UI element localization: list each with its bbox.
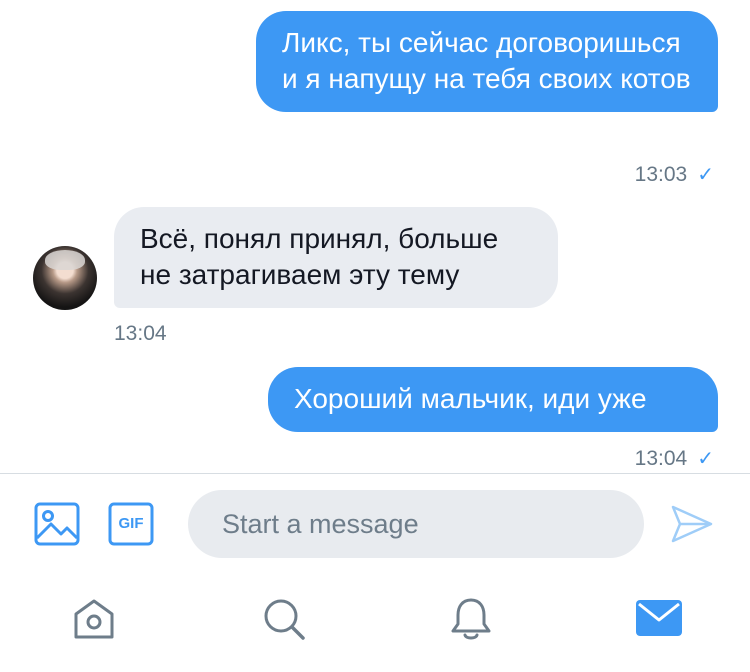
message-bubble-received[interactable]: Всё, понял принял, больше не затрагиваем… <box>114 207 558 308</box>
message-input[interactable] <box>188 490 644 558</box>
image-icon[interactable] <box>34 502 80 546</box>
home-icon[interactable] <box>71 597 117 641</box>
message-time: 13:04 <box>114 322 167 345</box>
check-icon: ✓ <box>697 164 714 186</box>
gif-label: GIF <box>118 515 144 532</box>
search-icon[interactable] <box>261 596 307 642</box>
bell-icon[interactable] <box>448 596 494 642</box>
mail-icon[interactable] <box>636 600 682 636</box>
send-icon[interactable] <box>670 504 714 544</box>
message-bubble-sent[interactable]: Ликс, ты сейчас договоришься и я напущу … <box>256 11 718 112</box>
message-time: 13:03 <box>634 163 688 186</box>
gif-icon[interactable]: GIF <box>108 502 154 546</box>
check-icon: ✓ <box>697 448 714 470</box>
message-text: Ликс, ты сейчас договоришься и я напущу … <box>282 27 691 94</box>
message-meta: 13:03 ✓ <box>635 162 714 187</box>
message-bubble-sent[interactable]: Хороший мальчик, иди уже <box>268 367 718 432</box>
message-text: Всё, понял принял, больше не затрагиваем… <box>140 223 499 290</box>
message-text: Хороший мальчик, иди уже <box>294 383 647 414</box>
message-meta: 13:04 ✓ <box>635 446 714 471</box>
composer-divider <box>0 473 750 474</box>
message-time: 13:04 <box>634 447 688 470</box>
avatar[interactable] <box>33 246 97 310</box>
